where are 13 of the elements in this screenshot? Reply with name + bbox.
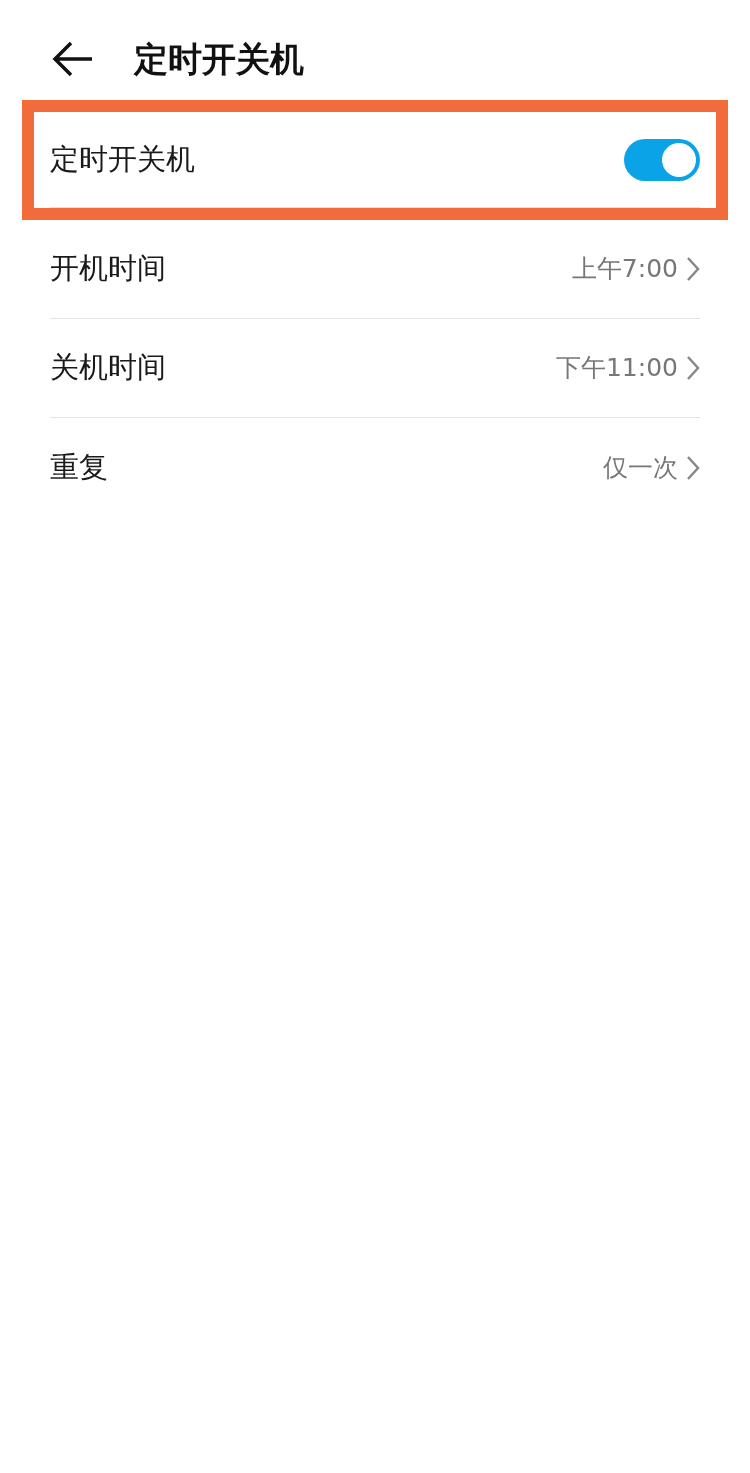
setting-label: 定时开关机 xyxy=(50,140,195,178)
page-title: 定时开关机 xyxy=(134,37,304,81)
chevron-icon xyxy=(686,355,700,381)
chevron-icon xyxy=(686,256,700,282)
setting-value[interactable]: 仅一次 xyxy=(603,448,678,487)
setting-label: 关机时间 xyxy=(50,349,166,387)
chevron-icon xyxy=(686,454,700,481)
setting-value[interactable]: 下午11:00 xyxy=(555,349,678,387)
setting-label: 重复 xyxy=(50,448,108,486)
back-icon[interactable] xyxy=(52,41,94,77)
setting-value[interactable]: 上午7:00 xyxy=(571,250,678,288)
toggle-switch[interactable] xyxy=(624,138,700,181)
setting-label: 开机时间 xyxy=(50,250,166,288)
